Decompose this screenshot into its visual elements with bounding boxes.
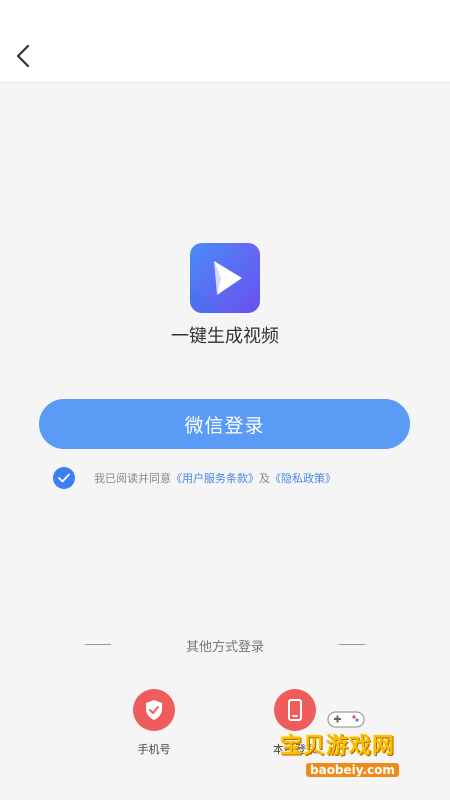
terms-link[interactable]: 《用户服务条款》 (171, 472, 259, 485)
watermark-url: baobeiy.com (306, 763, 399, 777)
app-logo (190, 243, 260, 313)
login-screen: 一键生成视频 微信登录 我已阅读并同意《用户服务条款》及《隐私政策》 其他方式登… (0, 0, 450, 800)
privacy-link[interactable]: 《隐私政策》 (270, 472, 336, 485)
phone-login-option[interactable]: 手机号 (114, 689, 194, 757)
chevron-left-icon (16, 44, 30, 68)
wechat-login-label: 微信登录 (184, 414, 265, 437)
watermark-title: 宝贝游戏网 (280, 734, 396, 759)
agreement-conjunction: 及 (259, 472, 270, 485)
checkmark-icon (58, 473, 70, 483)
play-icon (190, 243, 260, 313)
shield-check-icon (146, 700, 162, 720)
other-login-title: 其他方式登录 (185, 640, 264, 655)
back-button[interactable] (8, 38, 38, 74)
divider-right (339, 644, 365, 645)
watermark: 宝贝游戏网 baobeiy.com (272, 708, 432, 792)
wechat-login-button[interactable]: 微信登录 (39, 399, 410, 449)
agreement-prefix: 我已阅读并同意 (94, 472, 171, 485)
agreement-checkbox[interactable] (53, 467, 75, 489)
app-name: 一键生成视频 (171, 326, 279, 347)
top-bar (0, 0, 450, 83)
agreement-row: 我已阅读并同意《用户服务条款》及《隐私政策》 (53, 467, 336, 489)
phone-login-button[interactable] (133, 689, 175, 731)
phone-login-label: 手机号 (137, 743, 171, 756)
agreement-text: 我已阅读并同意《用户服务条款》及《隐私政策》 (94, 470, 336, 486)
gamepad-icon (327, 711, 365, 728)
